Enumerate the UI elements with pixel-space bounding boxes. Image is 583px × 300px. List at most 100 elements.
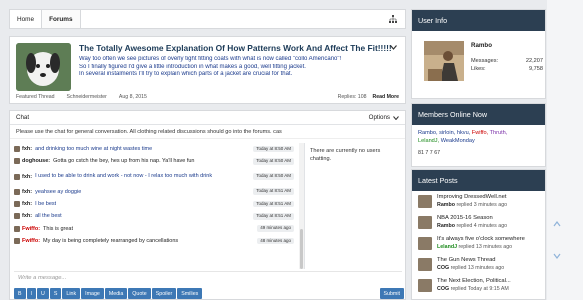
user-avatar[interactable] (14, 146, 20, 153)
post-title[interactable]: NBA 2015-16 Season (437, 215, 493, 221)
spoiler-button[interactable]: Spoiler (151, 288, 177, 299)
latest-post[interactable]: It's always five o'clock somewhere Lelan… (418, 235, 545, 254)
image-button[interactable]: Image (81, 288, 104, 299)
tab-home[interactable]: Home (10, 10, 41, 28)
chat-timestamp: Today at 8:51 AM (253, 188, 294, 195)
chat-username[interactable]: Fwiffo: (22, 226, 40, 232)
submit-button[interactable]: Submit (379, 288, 404, 299)
chat-text: and drinking too much wine at night wast… (35, 146, 153, 153)
likes-value: 9,758 (529, 66, 543, 72)
post-when: replied 13 minutes ago (450, 265, 505, 271)
post-when: replied 4 minutes ago (456, 223, 508, 229)
read-more-link[interactable]: Read More (372, 94, 399, 100)
featured-thread-excerpt: Way too often we see pictures of overly … (79, 56, 397, 79)
post-subline: COG replied 13 minutes ago (437, 265, 504, 271)
user-avatar[interactable] (14, 188, 20, 195)
post-author-avatar[interactable] (418, 237, 432, 250)
post-title[interactable]: It's always five o'clock somewhere (437, 236, 525, 242)
chat-message: doghouse: Gotta go cstch the bey, hes up… (14, 155, 298, 167)
chat-text: Gotta go cstch the bey, hes up from his … (53, 158, 195, 165)
chat-message: fxh: all the best Today at 8:51 AM (14, 210, 298, 222)
chat-username[interactable]: fxh: (22, 146, 32, 152)
chat-text: My day is being completely rearranged by… (43, 237, 179, 244)
post-user[interactable]: Rambo (437, 202, 455, 208)
post-author-avatar[interactable] (418, 216, 432, 229)
chat-options-label: Options (368, 114, 390, 121)
chat-username[interactable]: doghouse: (22, 158, 50, 164)
featured-thread-thumbnail[interactable] (16, 43, 71, 91)
chat-username[interactable]: fxh: (22, 201, 32, 207)
post-title[interactable]: The Gun News Thread (437, 257, 496, 263)
chat-username[interactable]: fxh: (22, 189, 32, 195)
media-button[interactable]: Media (104, 288, 128, 299)
online-members[interactable]: Rambo, sirloin, hkvu, (418, 130, 470, 136)
chat-username[interactable]: fxh: (22, 213, 32, 219)
dog-image (16, 43, 71, 91)
user-avatar[interactable] (14, 237, 20, 244)
chat-message: fxh: yeahsee ay doggie Today at 8:51 AM (14, 186, 298, 198)
quote-button[interactable]: Quote (128, 288, 151, 299)
post-when: replied 13 minutes ago (458, 244, 513, 250)
underline-button[interactable]: U (37, 288, 49, 299)
featured-thread-title[interactable]: The Totally Awesome Explanation Of How P… (79, 43, 392, 53)
sitemap-icon[interactable] (389, 15, 397, 23)
post-user[interactable]: COG (437, 286, 449, 292)
members-online-panel: Members Online Now Rambo, sirloin, hkvu,… (411, 103, 546, 167)
messages-stat: Messages: 22,207 (471, 58, 543, 64)
post-author-avatar[interactable] (418, 279, 432, 292)
members-online-header: Members Online Now (412, 104, 545, 125)
online-member[interactable]: Fwiffo, (472, 130, 488, 136)
online-member[interactable]: WeakMonday (441, 138, 475, 144)
user-info-panel: User Info Rambo Messages: 22,207 Likes: … (411, 9, 546, 99)
latest-post[interactable]: NBA 2015-16 Season Rambo replied 4 minut… (418, 214, 545, 233)
post-user[interactable]: LelandJ (437, 244, 457, 250)
chat-timestamp: 49 minutes ago (257, 225, 294, 232)
latest-post[interactable]: The Gun News Thread COG replied 13 minut… (418, 256, 545, 275)
post-author-avatar[interactable] (418, 195, 432, 208)
post-title[interactable]: The Next Election, Political... (437, 278, 511, 284)
post-user[interactable]: Rambo (437, 223, 455, 229)
post-user[interactable]: COG (437, 265, 449, 271)
user-avatar[interactable] (14, 213, 20, 220)
user-name[interactable]: Rambo (471, 42, 492, 49)
thread-author[interactable]: Schneidermeister (67, 94, 107, 100)
user-info-header: User Info (412, 10, 545, 31)
online-members-list: Rambo, sirloin, hkvu, Fwiffo, Thruth, Le… (412, 125, 545, 150)
chat-message-input[interactable]: Write a message... (14, 271, 402, 284)
user-avatar[interactable] (14, 225, 20, 232)
excerpt-line: So I finally figured I'd give a little i… (79, 63, 306, 70)
latest-posts-header: Latest Posts (412, 170, 545, 191)
chat-timestamp: Today at 8:50 AM (253, 173, 294, 180)
online-member[interactable]: Thruth, (490, 130, 508, 136)
strikethrough-button[interactable]: S (49, 288, 62, 299)
latest-post[interactable]: Improving DressedWell.net Rambo replied … (418, 193, 545, 212)
tab-forums[interactable]: Forums (41, 10, 81, 28)
bold-button[interactable]: B (14, 288, 26, 299)
excerpt-line: In several instalments I'll try to expla… (79, 71, 293, 78)
avatar[interactable] (424, 41, 464, 81)
chat-username[interactable]: Fwiffo: (22, 238, 40, 244)
chat-options-button[interactable]: Options (369, 114, 399, 121)
chat-timestamp: 48 minutes ago (257, 237, 294, 245)
user-avatar[interactable] (14, 201, 20, 208)
chat-message: fxh: and drinking too much wine at night… (14, 143, 298, 155)
scrollbar-thumb[interactable] (300, 229, 303, 269)
link-button[interactable]: Link (62, 288, 81, 299)
post-subline: COG replied Today at 9:15 AM (437, 286, 509, 292)
page-scroll-arrows[interactable] (553, 220, 561, 260)
chat-username[interactable]: fxh: (22, 174, 32, 180)
post-author-avatar[interactable] (418, 258, 432, 271)
user-avatar[interactable] (14, 158, 20, 165)
messages-value: 22,207 (525, 58, 543, 64)
chat-toolbar: B I U S Link Image Media Quote Spoiler S… (14, 288, 404, 299)
italic-button[interactable]: I (26, 288, 37, 299)
post-when: replied 3 minutes ago (456, 202, 508, 208)
smilies-button[interactable]: Smilies (177, 288, 203, 299)
latest-post[interactable]: The Next Election, Political... COG repl… (418, 277, 545, 296)
user-avatar[interactable] (14, 173, 20, 180)
chevron-down-icon[interactable] (390, 45, 397, 50)
post-title[interactable]: Improving DressedWell.net (437, 194, 506, 200)
chat-message: Fwiffo: This is great 49 minutes ago (14, 222, 298, 234)
chat-message: fxh: I be best Today at 8:51 AM (14, 198, 298, 210)
online-member[interactable]: LelandJ, (418, 138, 439, 144)
